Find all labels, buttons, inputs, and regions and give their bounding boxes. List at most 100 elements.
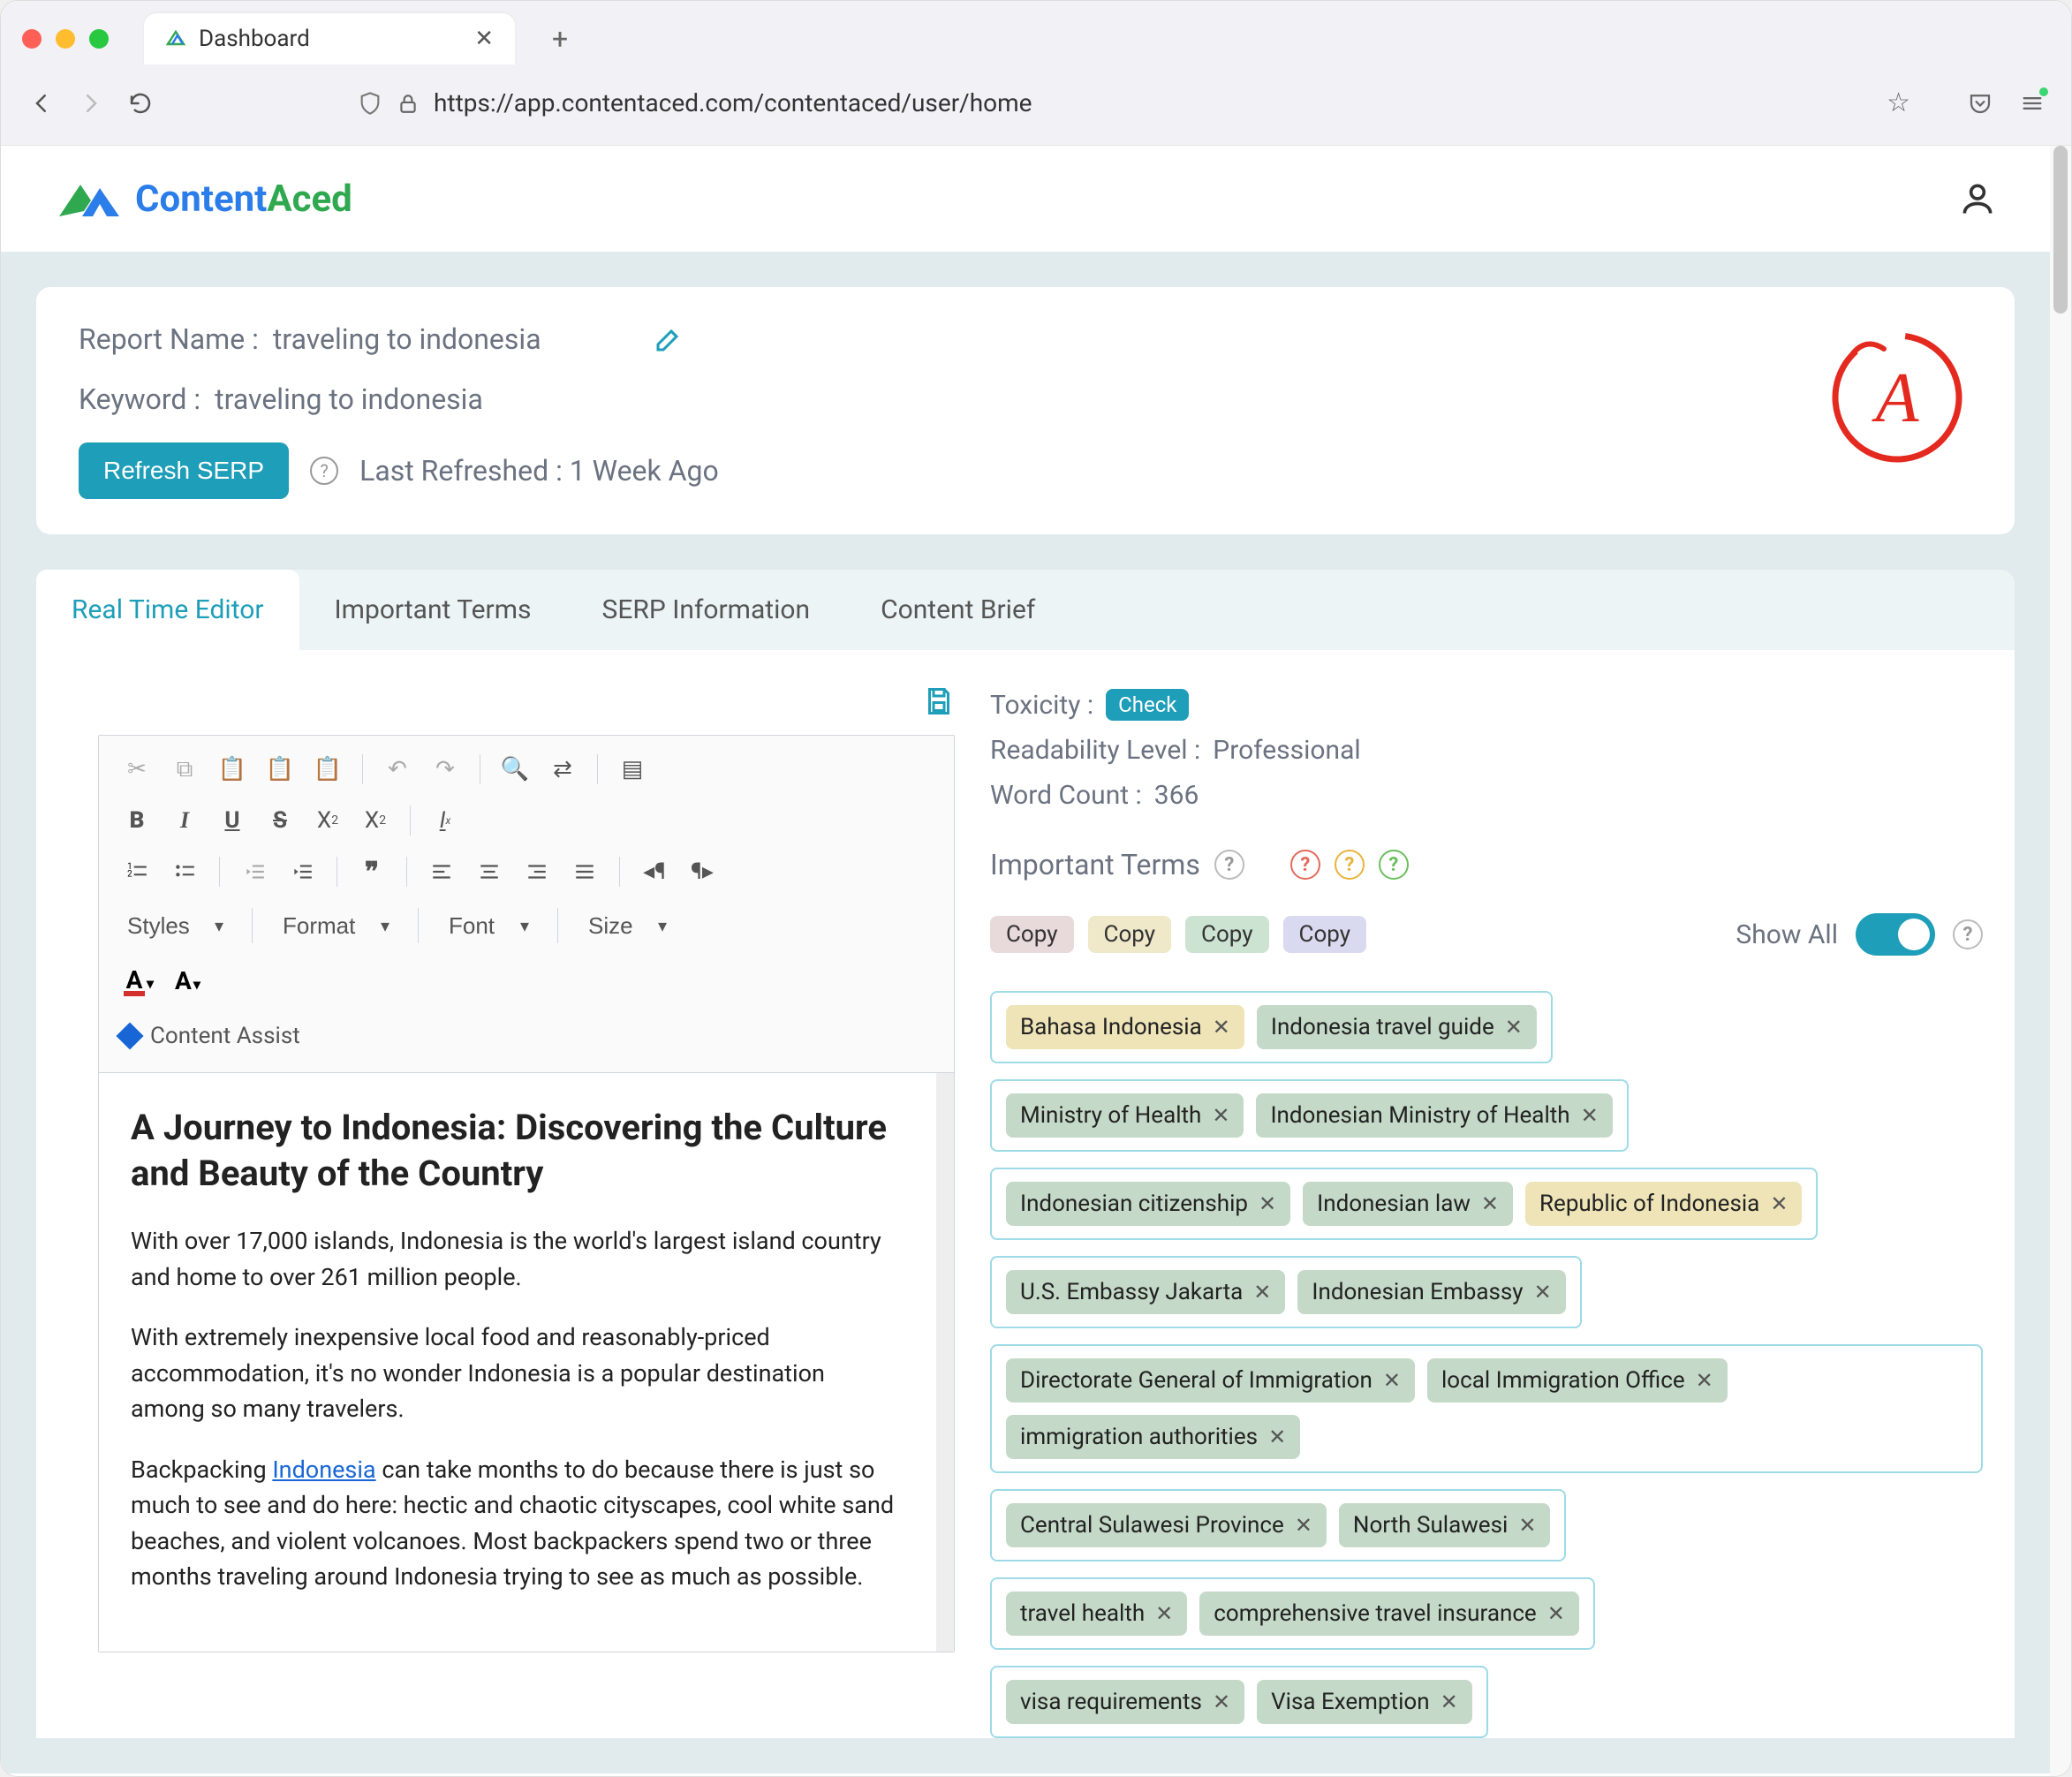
scrollbar[interactable] <box>2050 146 2071 1776</box>
ltr-button[interactable]: ◂¶ <box>634 854 675 889</box>
tab-real-time-editor[interactable]: Real Time Editor <box>36 570 299 650</box>
remove-chip-icon[interactable]: ✕ <box>1213 1015 1230 1040</box>
term-chip[interactable]: Republic of Indonesia✕ <box>1525 1182 1802 1226</box>
tab-serp-information[interactable]: SERP Information <box>567 570 846 650</box>
user-menu-icon[interactable] <box>1958 179 1997 218</box>
copy-button-3[interactable]: Copy <box>1185 916 1269 953</box>
bookmark-button[interactable]: ☆ <box>1887 87 1910 118</box>
remove-chip-icon[interactable]: ✕ <box>1534 1280 1552 1304</box>
refresh-serp-button[interactable]: Refresh SERP <box>79 442 289 499</box>
find-icon[interactable]: 🔍 <box>495 752 535 787</box>
term-chip[interactable]: Indonesia travel guide✕ <box>1257 1005 1537 1049</box>
refresh-help-icon[interactable]: ? <box>310 457 338 485</box>
help-icon[interactable]: ? <box>1214 850 1244 880</box>
tab-important-terms[interactable]: Important Terms <box>299 570 567 650</box>
remove-chip-icon[interactable]: ✕ <box>1155 1601 1173 1626</box>
superscript-button[interactable]: X2 <box>355 803 396 838</box>
remove-chip-icon[interactable]: ✕ <box>1518 1513 1536 1538</box>
remove-chip-icon[interactable]: ✕ <box>1481 1191 1499 1216</box>
copy-button-2[interactable]: Copy <box>1088 916 1172 953</box>
editor-body[interactable]: A Journey to Indonesia: Discovering the … <box>99 1073 954 1652</box>
window-close-button[interactable] <box>22 29 42 49</box>
remove-chip-icon[interactable]: ✕ <box>1295 1513 1312 1538</box>
strike-button[interactable]: S <box>260 803 300 838</box>
subscript-button[interactable]: X2 <box>307 803 348 838</box>
numbered-list-button[interactable]: 12 <box>117 854 157 889</box>
logo[interactable]: ContentAced <box>54 172 352 225</box>
new-tab-button[interactable]: + <box>541 15 578 63</box>
menu-button[interactable] <box>2020 91 2045 116</box>
font-dropdown[interactable]: Font <box>438 905 538 946</box>
remove-chip-icon[interactable]: ✕ <box>1268 1425 1286 1449</box>
term-chip[interactable]: Indonesian Ministry of Health✕ <box>1256 1093 1612 1138</box>
paste-icon[interactable]: 📋 <box>212 752 253 787</box>
styles-dropdown[interactable]: Styles <box>117 905 232 946</box>
indent-button[interactable] <box>282 854 322 889</box>
underline-button[interactable]: U <box>212 803 253 838</box>
remove-chip-icon[interactable]: ✕ <box>1259 1191 1276 1216</box>
forward-button[interactable] <box>77 89 105 117</box>
legend-red-icon[interactable]: ? <box>1290 850 1320 880</box>
remove-chip-icon[interactable]: ✕ <box>1770 1191 1788 1216</box>
rtl-button[interactable]: ¶▸ <box>682 854 722 889</box>
italic-button[interactable]: I <box>164 803 205 838</box>
copy-button-1[interactable]: Copy <box>990 916 1074 953</box>
align-justify-button[interactable] <box>564 854 605 889</box>
term-chip[interactable]: Bahasa Indonesia✕ <box>1006 1005 1244 1049</box>
toxicity-check-button[interactable]: Check <box>1106 689 1189 721</box>
text-color-button[interactable]: A ▾ <box>117 962 161 1000</box>
cut-icon[interactable]: ✂ <box>117 752 157 787</box>
align-left-button[interactable] <box>421 854 462 889</box>
align-right-button[interactable] <box>517 854 557 889</box>
copy-button-4[interactable]: Copy <box>1283 916 1367 953</box>
tab-content-brief[interactable]: Content Brief <box>845 570 1070 650</box>
content-assist-button[interactable]: Content Assist <box>117 1016 936 1056</box>
remove-chip-icon[interactable]: ✕ <box>1212 1103 1229 1128</box>
back-button[interactable] <box>27 89 56 117</box>
redo-icon[interactable]: ↷ <box>425 752 465 787</box>
term-chip[interactable]: comprehensive travel insurance✕ <box>1199 1592 1579 1636</box>
term-chip[interactable]: Directorate General of Immigration✕ <box>1006 1358 1415 1403</box>
term-chip[interactable]: Indonesian law✕ <box>1303 1182 1513 1226</box>
term-chip[interactable]: Ministry of Health✕ <box>1006 1093 1244 1138</box>
term-chip[interactable]: Indonesian Embassy✕ <box>1297 1270 1565 1314</box>
bullet-list-button[interactable] <box>164 854 205 889</box>
window-minimize-button[interactable] <box>56 29 75 49</box>
term-chip[interactable]: Visa Exemption✕ <box>1257 1680 1472 1724</box>
pocket-icon[interactable] <box>1967 90 1993 117</box>
article-link[interactable]: Indonesia <box>272 1456 375 1484</box>
size-dropdown[interactable]: Size <box>578 905 676 946</box>
undo-icon[interactable]: ↶ <box>377 752 418 787</box>
term-chip[interactable]: local Immigration Office✕ <box>1427 1358 1728 1403</box>
show-all-help-icon[interactable]: ? <box>1953 919 1983 949</box>
show-all-toggle[interactable] <box>1856 913 1935 956</box>
remove-chip-icon[interactable]: ✕ <box>1213 1690 1230 1714</box>
copy-icon[interactable]: ⧉ <box>164 752 205 787</box>
save-button[interactable] <box>923 685 955 717</box>
term-chip[interactable]: U.S. Embassy Jakarta✕ <box>1006 1270 1285 1314</box>
paste-text-icon[interactable]: 📋 <box>260 752 300 787</box>
remove-chip-icon[interactable]: ✕ <box>1383 1368 1401 1393</box>
remove-chip-icon[interactable]: ✕ <box>1581 1103 1599 1128</box>
bold-button[interactable]: B <box>117 803 157 838</box>
reload-button[interactable] <box>126 89 155 117</box>
term-chip[interactable]: travel health✕ <box>1006 1592 1187 1636</box>
legend-green-icon[interactable]: ? <box>1379 850 1409 880</box>
term-chip[interactable]: Indonesian citizenship✕ <box>1006 1182 1290 1226</box>
blockquote-button[interactable]: ❞ <box>352 854 392 889</box>
paste-word-icon[interactable]: 📋 <box>307 752 348 787</box>
term-chip[interactable]: visa requirements✕ <box>1006 1680 1244 1724</box>
term-chip[interactable]: North Sulawesi✕ <box>1339 1503 1551 1547</box>
edit-report-name-button[interactable] <box>653 323 684 355</box>
align-center-button[interactable] <box>469 854 510 889</box>
remove-chip-icon[interactable]: ✕ <box>1547 1601 1565 1626</box>
outdent-button[interactable] <box>234 854 275 889</box>
address-bar[interactable]: https://app.contentaced.com/contentaced/… <box>176 79 1928 127</box>
format-dropdown[interactable]: Format <box>272 905 398 946</box>
replace-icon[interactable]: ⇄ <box>542 752 583 787</box>
window-maximize-button[interactable] <box>89 29 109 49</box>
legend-yellow-icon[interactable]: ? <box>1335 850 1365 880</box>
remove-chip-icon[interactable]: ✕ <box>1505 1015 1523 1040</box>
term-chip[interactable]: Central Sulawesi Province✕ <box>1006 1503 1327 1547</box>
close-tab-button[interactable]: ✕ <box>474 26 494 52</box>
